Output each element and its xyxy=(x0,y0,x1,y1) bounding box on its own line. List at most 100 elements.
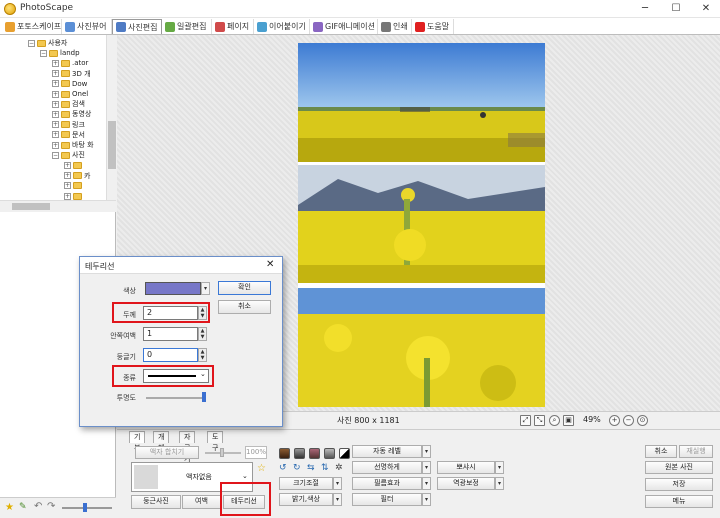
expand-icon[interactable]: + xyxy=(64,192,71,200)
round-photo-button[interactable]: 둥근사진 xyxy=(131,495,181,509)
frame-combine-button[interactable]: 액자 합치기 xyxy=(135,446,199,459)
tree-item[interactable]: + 동영상 xyxy=(52,109,91,119)
tree-item[interactable]: + 카 xyxy=(64,171,90,181)
expand-icon[interactable]: + xyxy=(52,121,59,129)
expand-icon[interactable]: + xyxy=(64,182,71,190)
expand-icon[interactable]: + xyxy=(64,161,71,169)
bloom-dropdown[interactable]: ▾ xyxy=(495,461,504,474)
gray-swatch[interactable] xyxy=(294,448,305,459)
tree-item[interactable]: +3D 개 xyxy=(52,69,91,79)
flip-horizontal-icon[interactable]: ⇆ xyxy=(307,463,315,473)
color-dropdown[interactable]: ▾ xyxy=(201,282,210,295)
expand-icon[interactable]: + xyxy=(52,131,59,139)
bloom-button[interactable]: 뽀샤시 xyxy=(437,461,495,474)
tree-item[interactable]: + 링크 xyxy=(52,120,85,130)
dialog-close-button[interactable]: ✕ xyxy=(266,259,274,270)
tree-vertical-scrollbar[interactable] xyxy=(106,35,116,200)
brightness-color-button[interactable]: 밝기,색상 xyxy=(279,493,333,506)
sharpen-dropdown[interactable]: ▾ xyxy=(422,461,431,474)
tree-item[interactable]: + Dow xyxy=(52,79,87,89)
tab-print[interactable]: 인쇄 xyxy=(378,19,412,34)
rotate-right-icon[interactable]: ↻ xyxy=(293,463,301,473)
expand-icon[interactable]: − xyxy=(52,151,59,159)
expand-icon[interactable]: + xyxy=(52,100,59,108)
dialog-cancel-button[interactable]: 취소 xyxy=(218,300,271,314)
tree-item[interactable]: + .ator xyxy=(52,58,88,68)
expand-icon[interactable]: + xyxy=(64,172,71,180)
tab-help[interactable]: 도움말 xyxy=(412,19,454,34)
edit-tab[interactable]: 기본 xyxy=(129,431,146,452)
rotate-left-icon[interactable]: ↺ xyxy=(279,463,287,473)
tag-icon[interactable]: ✎ xyxy=(19,502,27,512)
fit-icon[interactable]: ▣ xyxy=(563,415,574,426)
tab-combine[interactable]: 이어붙이기 xyxy=(254,19,310,34)
roundness-spinner[interactable]: ▲ ▼ xyxy=(198,348,207,362)
edited-photo[interactable] xyxy=(298,43,545,407)
tab-viewer[interactable]: 사진뷰어 xyxy=(62,19,112,34)
tree-item[interactable]: + Onel xyxy=(52,89,88,99)
filter-dropdown[interactable]: ▾ xyxy=(422,493,431,506)
zoom-in-icon[interactable]: + xyxy=(609,415,620,426)
favorite-frame-star-icon[interactable]: ☆ xyxy=(257,463,266,474)
margin-button[interactable]: 여백 xyxy=(182,495,221,509)
inner-margin-input[interactable]: 1 xyxy=(143,327,198,341)
expand-icon[interactable]: + xyxy=(52,141,59,149)
forward-arrow-icon[interactable]: ↷ xyxy=(47,501,55,512)
chevron-down-icon[interactable]: ⌄ xyxy=(242,472,248,480)
tab-photoscape[interactable]: 포토스케이프 xyxy=(2,19,62,34)
resize-dropdown[interactable]: ▾ xyxy=(333,477,342,490)
backlight-dropdown[interactable]: ▾ xyxy=(495,477,504,490)
edit-tab[interactable]: 자르기 xyxy=(179,431,196,463)
frame-slider-thumb[interactable] xyxy=(220,448,224,457)
expand-icon[interactable]: + xyxy=(52,110,59,118)
edit-tab[interactable]: 개체 xyxy=(153,431,170,452)
scroll-thumb[interactable] xyxy=(108,121,116,169)
brightness-dropdown[interactable]: ▾ xyxy=(333,493,342,506)
expand-icon[interactable]: + xyxy=(52,59,59,67)
backlight-button[interactable]: 역광보정 xyxy=(437,477,495,490)
film-effect-dropdown[interactable]: ▾ xyxy=(422,477,431,490)
zoom-out-icon[interactable]: − xyxy=(623,415,634,426)
tab-page[interactable]: 페이지 xyxy=(212,19,254,34)
sharpen-button[interactable]: 선명하게 xyxy=(352,461,422,474)
opacity-slider[interactable] xyxy=(146,397,204,399)
roundness-input[interactable]: 0 xyxy=(143,348,198,362)
expand-icon[interactable]: + xyxy=(52,90,59,98)
tab-batch[interactable]: 일괄편집 xyxy=(162,19,212,34)
negative-swatch[interactable] xyxy=(339,448,350,459)
auto-level-dropdown[interactable]: ▾ xyxy=(422,445,431,458)
opacity-slider-thumb[interactable] xyxy=(202,392,206,402)
tone-swatch[interactable] xyxy=(309,448,320,459)
inner-margin-spinner[interactable]: ▲ ▼ xyxy=(198,327,207,341)
tree-item[interactable]: − landp xyxy=(40,48,80,58)
original-photo-button[interactable]: 원본 사진 xyxy=(645,461,713,474)
tab-gif[interactable]: GIF애니메이션 xyxy=(310,19,378,34)
tree-item[interactable]: − 사용자 xyxy=(28,38,67,48)
film-effect-button[interactable]: 필름효과 xyxy=(352,477,422,490)
fit-screen-icon[interactable]: ⊙ xyxy=(637,415,648,426)
redo-button[interactable]: 재실행 xyxy=(679,445,713,458)
expand-icon[interactable]: + xyxy=(52,70,59,78)
menu-button[interactable]: 메뉴 xyxy=(645,495,713,508)
fit-window-icon[interactable]: ⤢ xyxy=(520,415,531,426)
back-arrow-icon[interactable]: ↶ xyxy=(34,501,42,512)
bw-swatch[interactable] xyxy=(324,448,335,459)
thumbnail-size-slider[interactable] xyxy=(62,507,112,509)
save-button[interactable]: 저장 xyxy=(645,478,713,491)
minimize-button[interactable]: ─ xyxy=(630,0,660,18)
close-button[interactable]: ✕ xyxy=(691,0,720,18)
tree-item[interactable]: + 문서 xyxy=(52,130,85,140)
expand-icon[interactable]: − xyxy=(28,39,35,47)
scroll-thumb[interactable] xyxy=(12,203,50,210)
favorite-star-icon[interactable]: ★ xyxy=(5,502,14,513)
tree-item[interactable]: + 검색 xyxy=(52,99,85,109)
sun-icon[interactable]: ✲ xyxy=(335,463,343,473)
expand-icon[interactable]: + xyxy=(52,80,59,88)
tree-horizontal-scrollbar[interactable] xyxy=(0,200,116,211)
tab-editor[interactable]: 사진편집 xyxy=(112,19,162,34)
auto-level-button[interactable]: 자동 레벨 xyxy=(352,445,422,458)
frame-percent-field[interactable]: 100% xyxy=(245,446,267,459)
tree-item[interactable]: + xyxy=(64,160,84,170)
maximize-button[interactable]: ☐ xyxy=(661,0,691,18)
tree-item[interactable]: + xyxy=(64,181,84,191)
